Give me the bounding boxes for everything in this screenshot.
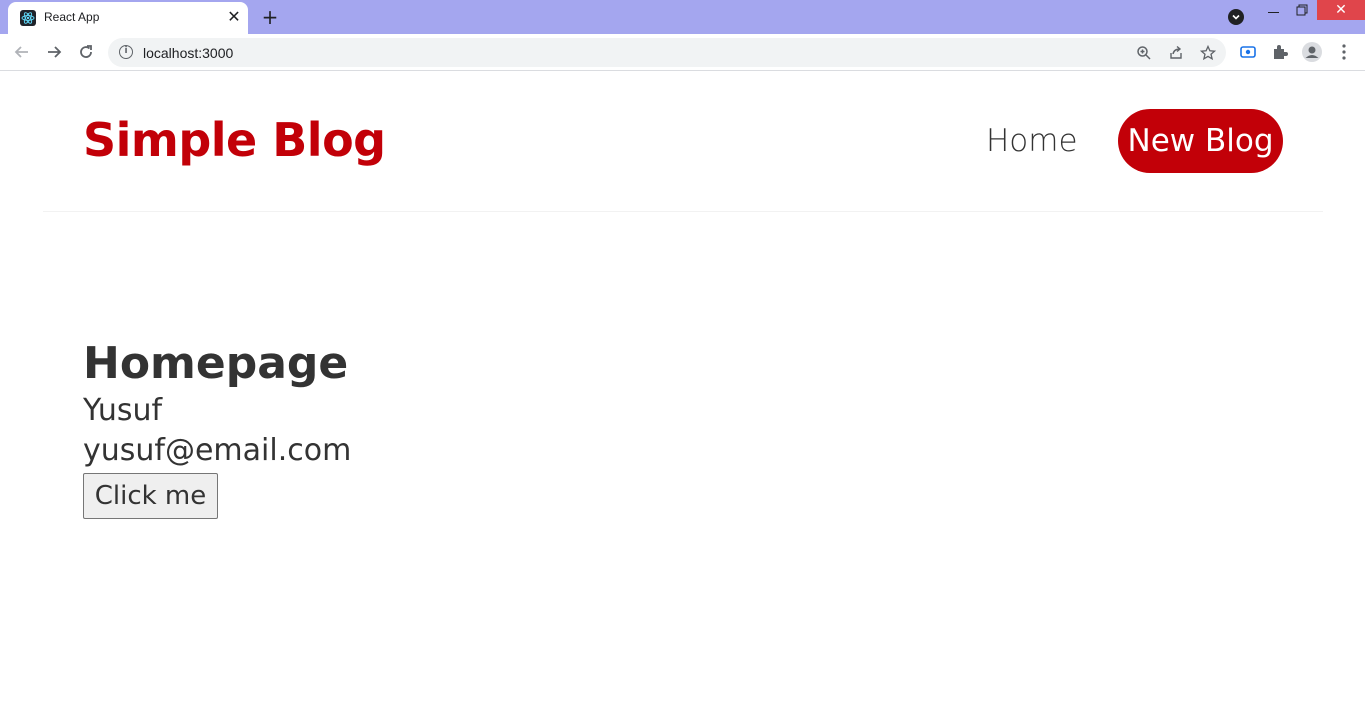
screen-capture-icon[interactable] (1238, 42, 1258, 62)
click-me-button[interactable]: Click me (83, 473, 218, 519)
user-name: Yusuf (83, 393, 163, 428)
page-title: Homepage (83, 338, 349, 389)
bookmark-star-icon[interactable] (1199, 44, 1217, 61)
nav-link-home[interactable]: Home (986, 123, 1078, 159)
nav-link-new-blog[interactable]: New Blog (1118, 109, 1283, 173)
site-navbar: Simple Blog Home New Blog (43, 71, 1323, 212)
minimize-icon[interactable] (1262, 0, 1286, 24)
tab-search-icon[interactable] (1228, 9, 1244, 25)
user-email: yusuf@email.com (83, 433, 352, 468)
extensions-icon[interactable] (1270, 42, 1290, 62)
main-content: Homepage Yusuf yusuf@email.com Click me (83, 337, 351, 519)
browser-menu-icon[interactable] (1334, 42, 1354, 62)
new-tab-button[interactable]: + (258, 5, 282, 29)
react-favicon-icon (20, 10, 36, 26)
site-brand: Simple Blog (83, 113, 386, 167)
forward-icon[interactable] (44, 42, 64, 62)
tab-strip: React App ✕ + ✕ (0, 0, 1365, 34)
browser-tab[interactable]: React App ✕ (8, 2, 248, 34)
profile-avatar-icon[interactable] (1302, 42, 1322, 62)
tab-title: React App (44, 10, 100, 24)
tab-close-icon[interactable]: ✕ (224, 7, 244, 27)
url-text: localhost:3000 (143, 45, 234, 61)
zoom-icon[interactable] (1136, 45, 1152, 61)
restore-icon[interactable] (1292, 0, 1312, 24)
page-viewport: Simple Blog Home New Blog Homepage Yusuf… (0, 71, 1365, 727)
reload-icon[interactable] (76, 42, 96, 62)
address-bar[interactable]: i localhost:3000 (108, 38, 1226, 67)
window-close-button[interactable]: ✕ (1317, 0, 1365, 20)
site-info-icon[interactable]: i (119, 45, 133, 59)
browser-toolbar: i localhost:3000 (0, 34, 1365, 71)
back-icon[interactable] (12, 42, 32, 62)
share-icon[interactable] (1168, 45, 1184, 61)
